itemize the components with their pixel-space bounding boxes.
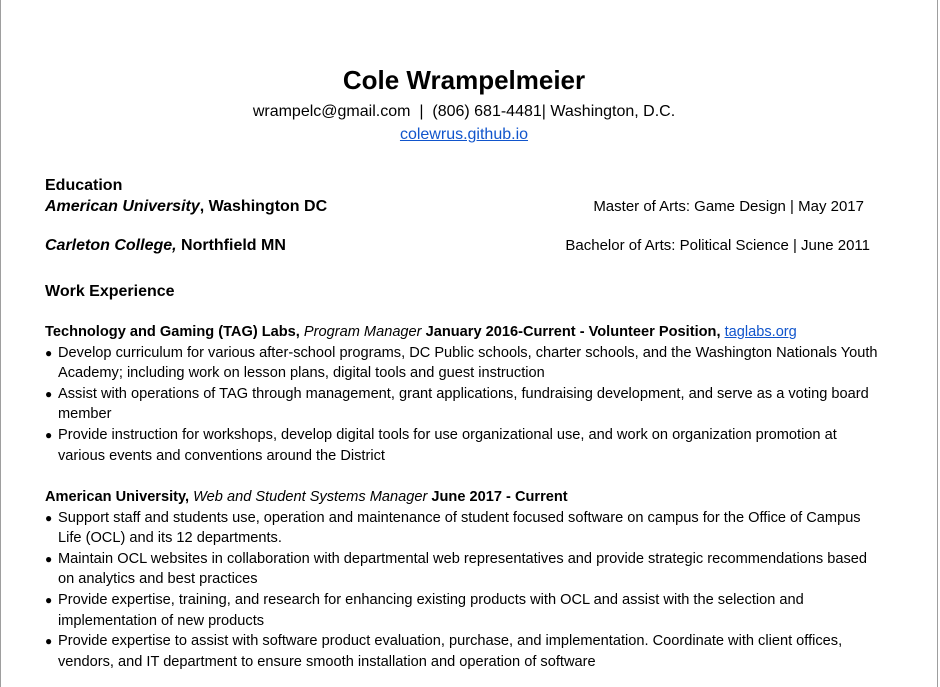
bullet-list: Support staff and students use, operatio… xyxy=(45,508,885,673)
bullet-item: Provide instruction for workshops, devel… xyxy=(45,425,885,466)
education-entry: Carleton College, Northfield MN Bachelor… xyxy=(45,235,870,257)
email-text: wrampelc@gmail.com xyxy=(252,103,411,120)
bullet-item: Develop curriculum for various after-sch… xyxy=(45,343,885,384)
job-role: Web and Student Systems Manager xyxy=(189,489,428,505)
organization-name: American University, xyxy=(45,489,190,505)
phone-text: (806) 681-4481 xyxy=(432,103,542,120)
bullet-item: Support staff and students use, operatio… xyxy=(45,508,885,549)
job-entry: American University, Web and Student Sys… xyxy=(45,487,885,672)
bullet-item: Provide expertise to assist with softwar… xyxy=(45,631,885,672)
bullet-item: Maintain OCL websites in collaboration w… xyxy=(45,549,885,590)
website-link[interactable]: colewrus.github.io xyxy=(400,126,528,143)
job-dates: January 2016-Current - Volunteer Positio… xyxy=(421,324,721,340)
resume-name: Cole Wrampelmeier xyxy=(342,65,586,95)
education-entry: American University, Washington DC Maste… xyxy=(45,196,870,218)
degree-text: Bachelor of Arts: Political Science | Ju… xyxy=(565,237,870,254)
school-name: American University xyxy=(45,198,200,215)
contact-line: wrampelc@gmail.com | (806) 681-4481| Was… xyxy=(0,100,928,124)
job-role: Program Manager xyxy=(299,324,422,340)
degree-text: Master of Arts: Game Design | May 2017 xyxy=(593,198,864,215)
school-name: Carleton College, xyxy=(45,237,177,254)
job-title-line: American University, Web and Student Sys… xyxy=(45,487,885,508)
job-dates: June 2017 - Current xyxy=(427,489,568,505)
bullet-item: Assist with operations of TAG through ma… xyxy=(45,384,885,425)
school-location: , Washington DC xyxy=(199,198,328,215)
organization-link[interactable]: taglabs.org xyxy=(725,324,797,340)
organization-name: Technology and Gaming (TAG) Labs, xyxy=(45,324,300,340)
bullet-item: Provide expertise, training, and researc… xyxy=(45,590,885,631)
location-text: Washington, D.C. xyxy=(550,103,676,120)
school-location: Northfield MN xyxy=(176,237,286,254)
resume-header: Cole Wrampelmeier wrampelc@gmail.com | (… xyxy=(0,62,928,146)
job-title-line: Technology and Gaming (TAG) Labs, Progra… xyxy=(45,322,885,343)
job-entry: Technology and Gaming (TAG) Labs, Progra… xyxy=(45,322,885,466)
work-experience-heading: Work Experience xyxy=(45,283,175,300)
education-heading: Education xyxy=(45,177,123,194)
separator: | xyxy=(410,103,433,120)
bullet-list: Develop curriculum for various after-sch… xyxy=(45,343,885,467)
